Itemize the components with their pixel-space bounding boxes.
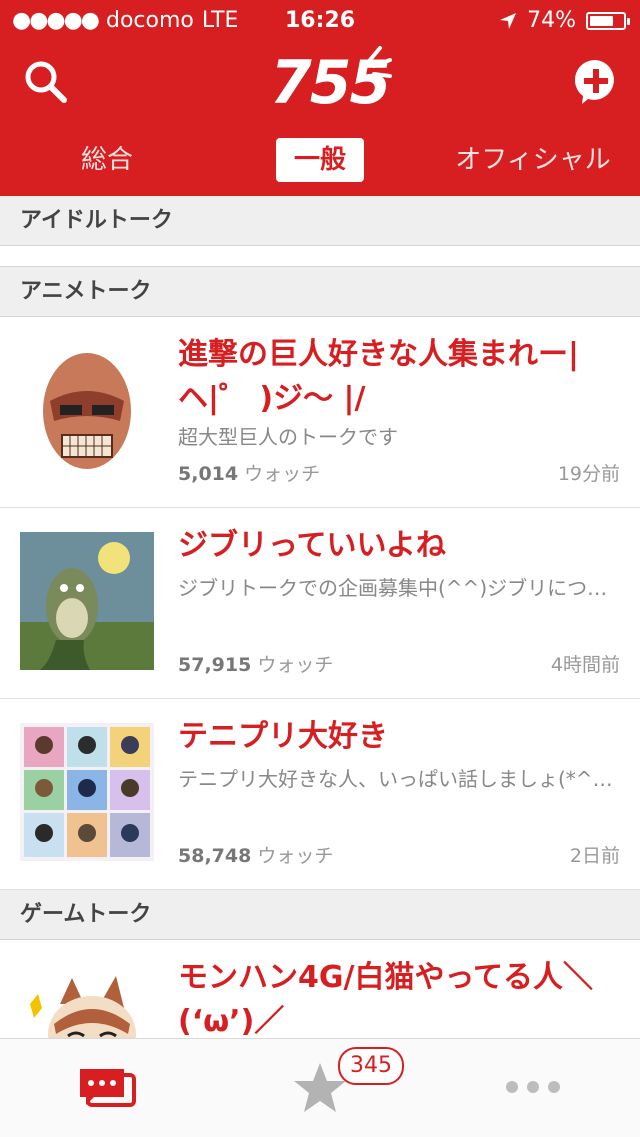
watch-label: ウォッチ — [257, 845, 334, 867]
talk-title: モンハン4G/白猫やってる人＼(‘ω’)／ — [178, 960, 593, 1038]
favorites-badge: 345 — [338, 1047, 404, 1085]
navbar: 755 — [0, 40, 640, 130]
talk-item[interactable]: テニプリ大好き テニプリ大好きな人、いっぱい話しましょ(*^_^*) 58,74… — [0, 699, 640, 890]
watch-number: 5,014 — [178, 463, 239, 485]
tab-official[interactable]: オフィシャル — [450, 138, 616, 182]
talk-item[interactable]: ジブリっていいよね ジブリトークでの企画募集中(^^)ジブリについ… 57,91… — [0, 508, 640, 699]
updated-time: 2日前 — [569, 845, 620, 867]
tab-general-all[interactable]: 総合 — [60, 138, 154, 182]
talk-description: 超大型巨人のトークです — [178, 425, 398, 449]
talk-description: テニプリ大好きな人、いっぱい話しましょ(*^_^*) — [178, 767, 620, 791]
watch-label: ウォッチ — [244, 463, 321, 485]
section-spacer — [0, 246, 640, 267]
titan-thumbnail — [20, 341, 154, 479]
bottom-tab-bar: 345 — [0, 1038, 640, 1137]
talk-title: ジブリっていいよね — [178, 528, 446, 563]
talk-item[interactable]: モンハン4G/白猫やってる人＼(‘ω’)／ — [0, 940, 640, 1038]
tab-ippan[interactable]: 一般 — [276, 138, 364, 182]
app-header: ●●●●● docomo LTE 16:26 74% 755 総合 一般 オフィ… — [0, 0, 640, 196]
talk-title: テニプリ大好き — [178, 719, 388, 754]
category-tabs: 総合 一般 オフィシャル — [0, 138, 640, 184]
watch-number: 58,748 — [178, 845, 252, 867]
watch-number: 57,915 — [178, 654, 252, 676]
search-icon[interactable] — [22, 58, 70, 106]
logo-spark-icon — [368, 46, 392, 78]
updated-time: 4時間前 — [550, 654, 620, 676]
section-header-idol[interactable]: アイドルトーク — [0, 196, 640, 246]
watch-count: 5,014 ウォッチ — [178, 459, 320, 486]
totoro-thumbnail — [20, 532, 154, 670]
battery-percent: 74% — [527, 8, 576, 33]
location-arrow-icon — [500, 12, 517, 29]
talk-item[interactable]: 進撃の巨人好きな人集まれー|ヘ|゜ )ジ～ |/ 超大型巨人のトークです 5,0… — [0, 317, 640, 508]
updated-time: 19分前 — [557, 463, 620, 485]
battery-level — [590, 15, 613, 26]
talk-icon[interactable] — [78, 1065, 136, 1117]
watch-count: 58,748 ウォッチ — [178, 841, 333, 868]
section-header-game[interactable]: ゲームトーク — [0, 890, 640, 940]
status-bar: ●●●●● docomo LTE 16:26 74% — [0, 0, 640, 40]
talk-title: 進撃の巨人好きな人集まれー|ヘ|゜ )ジ～ |/ — [178, 337, 579, 416]
add-talk-icon[interactable] — [572, 58, 620, 106]
battery-icon — [586, 11, 630, 30]
section-header-anime[interactable]: アニメトーク — [0, 267, 640, 317]
more-icon[interactable] — [504, 1079, 562, 1095]
tennis-anime-thumbnail — [20, 723, 154, 861]
talk-description: ジブリトークでの企画募集中(^^)ジブリについ… — [178, 576, 620, 600]
watch-label: ウォッチ — [257, 654, 334, 676]
cat-thumbnail — [20, 964, 154, 1038]
talk-list[interactable]: アイドルトーク アニメトーク 進撃の巨人好きな人集まれー|ヘ|゜ )ジ～ |/ … — [0, 196, 640, 1038]
watch-count: 57,915 ウォッチ — [178, 650, 333, 677]
